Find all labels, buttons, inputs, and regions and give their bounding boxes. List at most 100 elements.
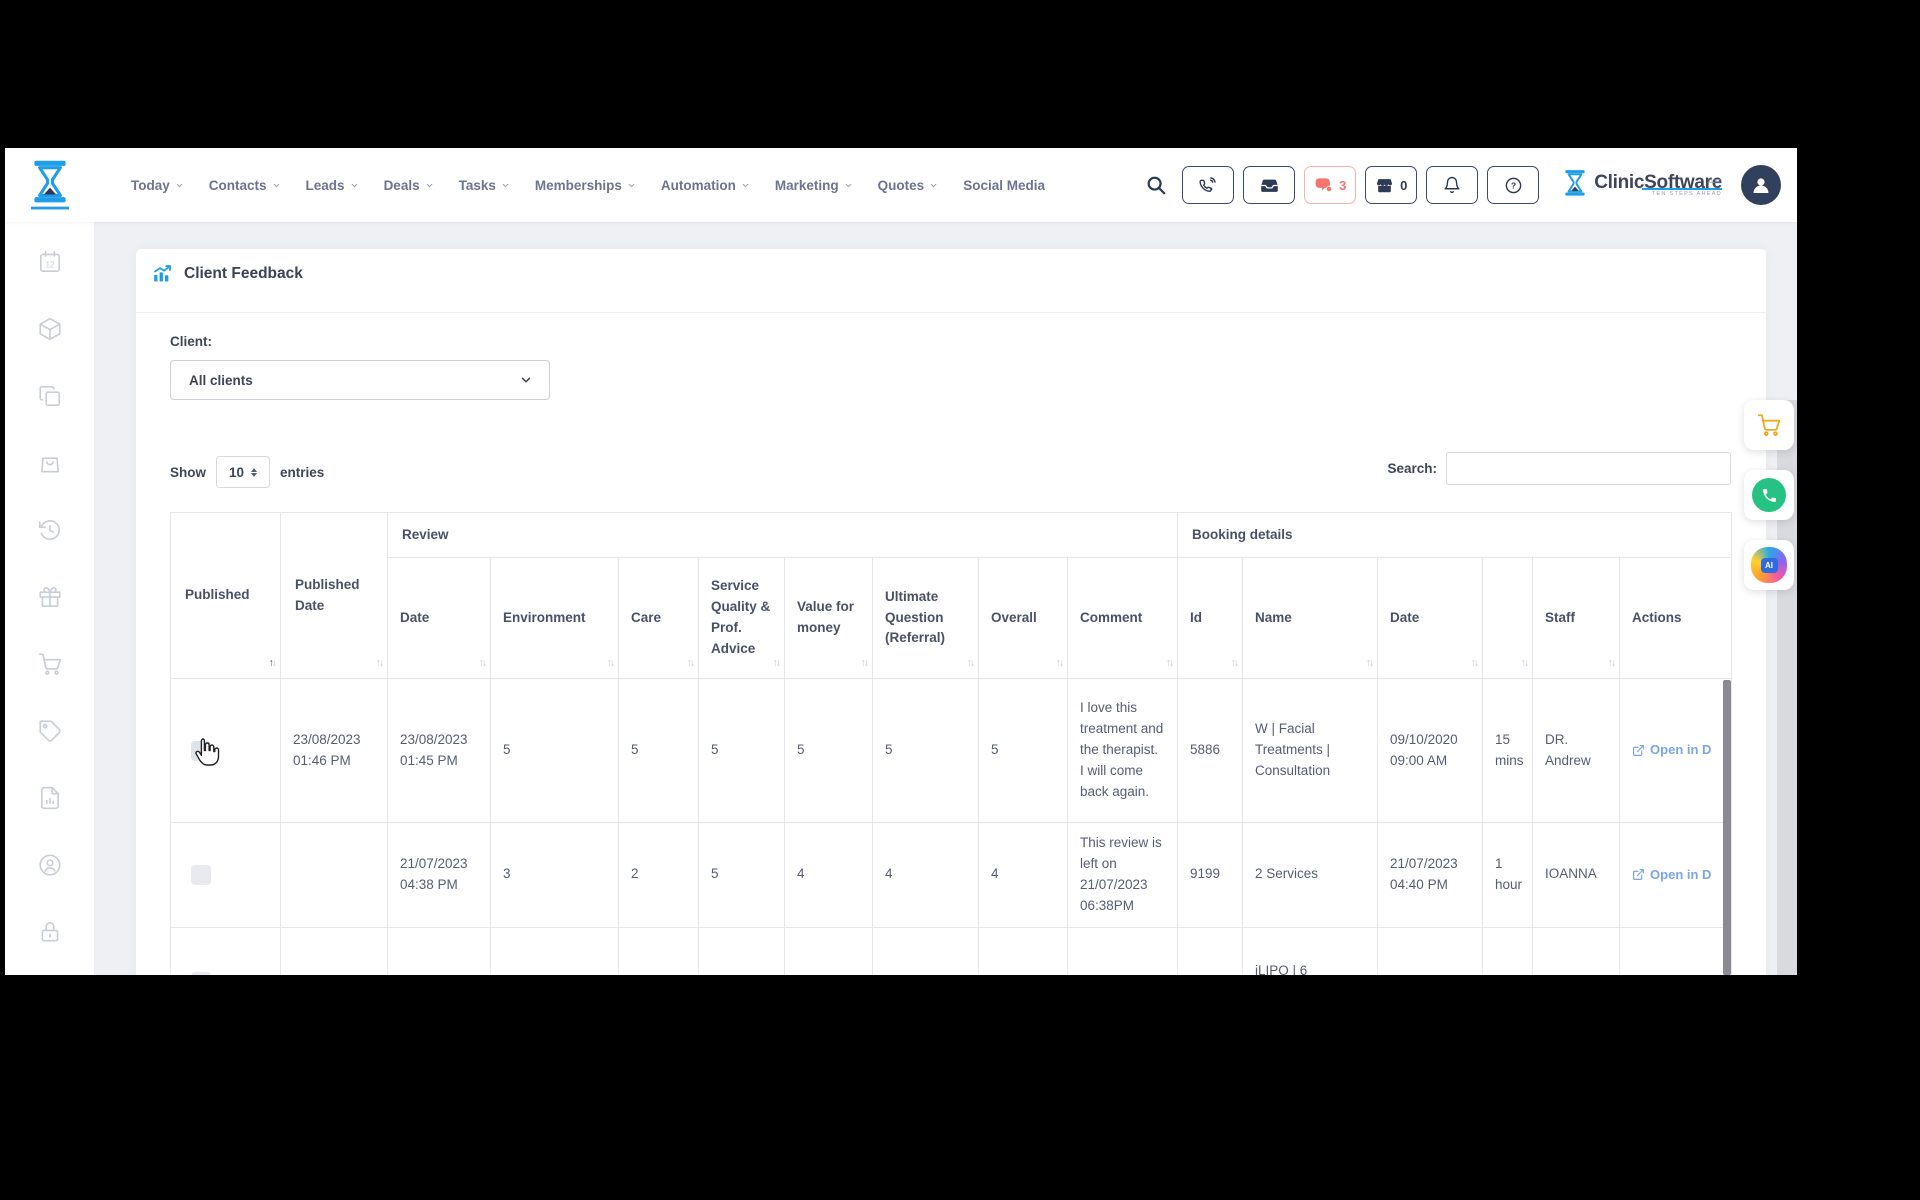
table-scrollbar[interactable] bbox=[1723, 680, 1731, 975]
cell-care bbox=[618, 926, 699, 975]
nav-item-tasks[interactable]: Tasks bbox=[459, 178, 510, 193]
cell-value-for-money: 5 bbox=[784, 678, 873, 823]
open-external-icon bbox=[1633, 869, 1645, 881]
col-header-published-date[interactable]: Published Date ↑↓ bbox=[280, 512, 388, 679]
nav-item-deals[interactable]: Deals bbox=[384, 178, 434, 193]
store-button[interactable]: 0 bbox=[1365, 166, 1418, 204]
col-header-value-for-money[interactable]: Value for money ↑↓ bbox=[784, 557, 873, 679]
sort-icon[interactable]: ↑↓ bbox=[376, 655, 384, 671]
tag-icon[interactable] bbox=[37, 718, 63, 744]
sort-icon[interactable]: ↑↓ bbox=[773, 655, 781, 671]
help-button[interactable]: ? bbox=[1487, 166, 1540, 204]
history-icon[interactable] bbox=[37, 517, 63, 543]
sort-icon[interactable]: ↑↓ bbox=[861, 655, 869, 671]
brand-underline bbox=[1642, 187, 1722, 190]
left-sidebar: 12 bbox=[5, 222, 95, 975]
cell-overall bbox=[978, 926, 1068, 975]
nav-item-memberships[interactable]: Memberships bbox=[535, 178, 636, 193]
cell-ultimate-question bbox=[872, 926, 979, 975]
sort-icon[interactable]: ↑↓ bbox=[1471, 655, 1479, 671]
select-arrows-icon bbox=[251, 467, 258, 477]
notifications-button[interactable] bbox=[1426, 166, 1479, 204]
package-icon[interactable] bbox=[37, 316, 63, 342]
sort-icon[interactable]: ↑↓ bbox=[1608, 655, 1616, 671]
search-icon[interactable] bbox=[1145, 174, 1167, 196]
page-length-select[interactable]: 10 bbox=[216, 456, 270, 488]
topbar: Today Contacts Leads Deals Tasks Members… bbox=[5, 148, 1797, 222]
sort-icon[interactable]: ↑↓ bbox=[1366, 655, 1374, 671]
user-avatar[interactable] bbox=[1741, 165, 1781, 205]
cart-icon[interactable] bbox=[37, 651, 63, 677]
nav-item-today[interactable]: Today bbox=[131, 178, 184, 193]
inbox-button[interactable] bbox=[1243, 166, 1296, 204]
table-search: Search: bbox=[1295, 452, 1731, 485]
sort-icon[interactable]: ↑↓ bbox=[607, 655, 615, 671]
nav-item-quotes[interactable]: Quotes bbox=[878, 178, 939, 193]
published-checkbox[interactable] bbox=[191, 740, 211, 761]
page-length-value: 10 bbox=[228, 464, 245, 480]
search-input[interactable] bbox=[1446, 452, 1731, 485]
cell-environment: 3 bbox=[490, 822, 619, 928]
sort-icon[interactable]: ↑↓ bbox=[1521, 655, 1529, 671]
calendar-icon[interactable]: 12 bbox=[37, 249, 63, 275]
cell-name: iLIPO | 6 SESSIONS (45 bbox=[1242, 926, 1379, 975]
floating-ai-button[interactable]: AI bbox=[1744, 540, 1794, 590]
col-header-duration[interactable]: ↑↓ bbox=[1482, 557, 1534, 679]
gift-icon[interactable] bbox=[37, 584, 63, 610]
floating-cart-button[interactable] bbox=[1744, 400, 1794, 450]
chat-count-badge: 3 bbox=[1339, 177, 1347, 193]
col-header-comment[interactable]: Comment ↑↓ bbox=[1066, 557, 1179, 679]
sort-icon[interactable]: ↑↓ bbox=[269, 655, 278, 671]
col-header-environment[interactable]: Environment ↑↓ bbox=[490, 557, 619, 679]
cell-booking-date: 21/07/2023 04:40 PM bbox=[1377, 822, 1484, 928]
sort-icon[interactable]: ↑↓ bbox=[1056, 655, 1064, 671]
client-filter-label: Client: bbox=[170, 334, 212, 349]
sort-icon[interactable]: ↑↓ bbox=[479, 655, 487, 671]
col-header-ultimate-question[interactable]: Ultimate Question (Referral) ↑↓ bbox=[872, 557, 979, 679]
cell-care: 5 bbox=[618, 678, 699, 823]
nav-item-marketing[interactable]: Marketing bbox=[775, 178, 853, 193]
col-header-id[interactable]: Id ↑↓ bbox=[1177, 557, 1244, 679]
nav-item-automation[interactable]: Automation bbox=[661, 178, 750, 193]
col-header-name[interactable]: Name ↑↓ bbox=[1242, 557, 1379, 679]
sort-icon[interactable]: ↑↓ bbox=[687, 655, 695, 671]
svg-text:?: ? bbox=[1511, 180, 1516, 190]
user-status-icon[interactable] bbox=[37, 852, 63, 878]
sort-icon[interactable]: ↑↓ bbox=[967, 655, 975, 671]
chevron-down-icon bbox=[351, 183, 357, 187]
report-icon[interactable] bbox=[37, 785, 63, 811]
nav-item-social-media[interactable]: Social Media bbox=[963, 178, 1045, 193]
floating-phone-button[interactable] bbox=[1744, 470, 1794, 520]
nav-item-leads[interactable]: Leads bbox=[306, 178, 359, 193]
svg-text:12: 12 bbox=[45, 260, 55, 269]
ai-icon: AI bbox=[1751, 547, 1787, 583]
chevron-down-icon bbox=[502, 183, 509, 187]
col-header-staff[interactable]: Staff ↑↓ bbox=[1532, 557, 1621, 679]
published-checkbox[interactable] bbox=[191, 864, 211, 885]
col-header-booking-date[interactable]: Date ↑↓ bbox=[1377, 557, 1484, 679]
cell-published-date bbox=[280, 926, 388, 975]
col-header-published[interactable]: Published ↑↓ bbox=[170, 512, 281, 679]
hourglass-logo-icon[interactable] bbox=[25, 154, 75, 216]
client-select[interactable]: All clients bbox=[170, 360, 550, 400]
phone-button[interactable] bbox=[1182, 166, 1235, 204]
nav-item-contacts[interactable]: Contacts bbox=[209, 178, 281, 193]
lock-icon[interactable] bbox=[37, 919, 63, 945]
chat-notifications-button[interactable]: 3 bbox=[1304, 166, 1357, 204]
sort-icon[interactable]: ↑↓ bbox=[1166, 655, 1174, 671]
group-header-review: Review bbox=[386, 512, 1179, 558]
client-select-value: All clients bbox=[189, 372, 253, 388]
open-in-diary-link[interactable]: Open in D bbox=[1632, 865, 1719, 885]
clinicsoftware-logo[interactable]: ClinicSoftware .com TEN STEPS AHEAD bbox=[1562, 169, 1722, 201]
col-header-overall[interactable]: Overall ↑↓ bbox=[978, 557, 1068, 679]
col-header-service-quality[interactable]: Service Quality & Prof. Advice ↑↓ bbox=[698, 557, 785, 679]
copy-icon[interactable] bbox=[37, 383, 63, 409]
col-header-care[interactable]: Care ↑↓ bbox=[618, 557, 699, 679]
open-in-diary-link[interactable]: Open in D bbox=[1632, 740, 1719, 760]
search-label: Search: bbox=[1387, 461, 1437, 476]
chevron-down-icon bbox=[176, 183, 183, 187]
col-header-date[interactable]: Date ↑↓ bbox=[387, 557, 491, 679]
shopping-bag-icon[interactable] bbox=[37, 450, 63, 476]
published-checkbox[interactable] bbox=[191, 972, 211, 975]
sort-icon[interactable]: ↑↓ bbox=[1231, 655, 1239, 671]
